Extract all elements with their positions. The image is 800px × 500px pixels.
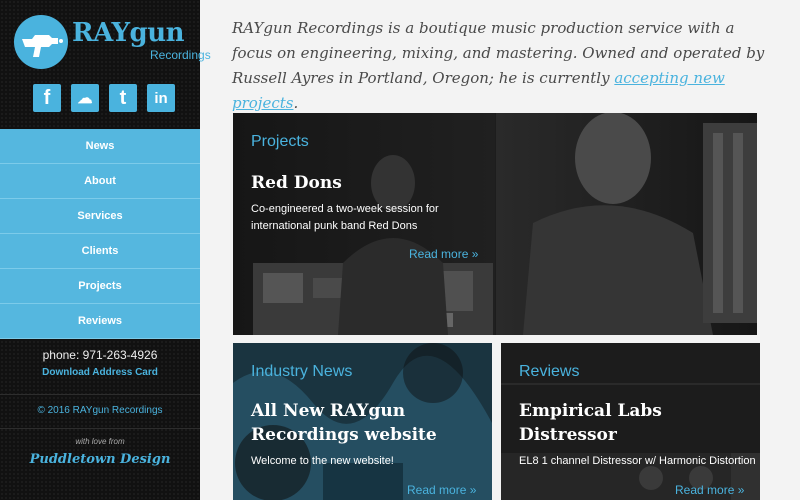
news-card[interactable]: Industry News All New RAYgun Recordings … [233,343,492,500]
intro-paragraph: RAYgun Recordings is a boutique music pr… [232,16,777,116]
read-more-link[interactable]: Read more » [407,483,476,497]
download-address-card-link[interactable]: Download Address Card [0,367,200,378]
soundcloud-icon[interactable]: ☁ [71,84,99,112]
logo-title: RAYgun [72,18,185,48]
card-description: Welcome to the new website! [251,455,394,467]
card-title: Empirical Labs Distressor [519,401,662,445]
project-card[interactable]: Projects Red Dons Co-engineered a two-we… [233,113,757,335]
nav-item-projects[interactable]: Projects [0,269,200,304]
divider [0,428,200,429]
review-card[interactable]: Reviews Empirical Labs Distressor EL8 1 … [501,343,760,500]
linkedin-icon[interactable]: in [147,84,175,112]
divider [0,394,200,395]
read-more-link[interactable]: Read more » [409,247,478,261]
nav-item-news[interactable]: News [0,129,200,164]
nav-item-clients[interactable]: Clients [0,234,200,269]
facebook-icon[interactable]: f [33,84,61,112]
nav-item-reviews[interactable]: Reviews [0,304,200,339]
card-title: Red Dons [251,173,342,193]
raygun-logo-icon [14,15,68,69]
main-nav: News About Services Clients Projects Rev… [0,129,200,339]
intro-end: . [293,94,299,112]
credit-text: with love from [75,437,125,446]
copyright: © 2016 RAYgun Recordings [37,405,163,416]
card-category: Projects [251,133,309,150]
nav-item-about[interactable]: About [0,164,200,199]
designer-link[interactable]: Puddletown Design [0,452,200,467]
card-title: All New RAYgun Recordings website [251,401,437,445]
card-description: EL8 1 channel Distressor w/ Harmonic Dis… [519,455,756,467]
card-category: Industry News [251,363,353,380]
card-category: Reviews [519,363,580,380]
site-logo[interactable]: RAYgun Recordings [14,12,211,72]
social-links: f ☁ t in [33,84,175,112]
card-description: Co-engineered a two-week session for int… [251,203,439,232]
read-more-link[interactable]: Read more » [675,483,744,497]
nav-item-services[interactable]: Services [0,199,200,234]
logo-subtitle: Recordings [150,48,211,62]
twitter-icon[interactable]: t [109,84,137,112]
phone-number: phone: 971-263-4926 [42,348,158,362]
sidebar: RAYgun Recordings f ☁ t in News About Se… [0,0,211,500]
contact-info: phone: 971-263-4926 Download Address Car… [0,348,200,378]
